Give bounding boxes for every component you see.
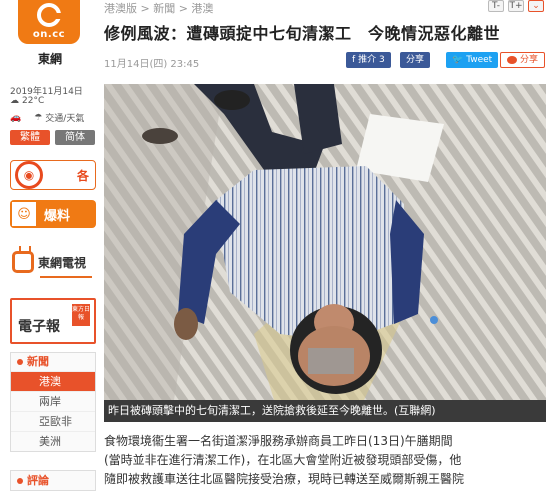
weibo-share-label: 分享 xyxy=(520,55,539,65)
cloud-icon: ☁ xyxy=(10,96,19,106)
oncc-logo[interactable]: on.cc xyxy=(18,0,80,44)
epaper-label: 電子報 xyxy=(18,319,60,335)
logo-ring-icon xyxy=(37,3,62,27)
chevron-down-icon[interactable]: ⌄ xyxy=(528,0,544,12)
bullet-icon xyxy=(17,359,23,365)
logo-text: on.cc xyxy=(32,29,66,40)
left-sidebar: on.cc 東網 2019年11月14日 ☁ 22°C 🚗 ☂ 交通/天氣 繁體… xyxy=(0,0,100,491)
tv-label: 東網電視 xyxy=(38,255,87,270)
person-chat-icon: ☺ xyxy=(10,200,38,228)
nav-item-asia-europe-africa[interactable]: 亞歐非 xyxy=(11,411,95,431)
facebook-share-button[interactable]: 分享 xyxy=(400,52,431,68)
article-headline: 修例風波：遭磚頭掟中七旬清潔工 今晚情況惡化離世 xyxy=(104,24,501,43)
tv-underline xyxy=(40,276,92,278)
news-tip-promo[interactable]: ☺ 爆料 xyxy=(10,200,96,228)
commentary-nav[interactable]: 評論 xyxy=(10,470,96,491)
article-paragraph-line: (當時並非在進行清潔工作)，在北區大會堂附近被發現頭部受傷，他 xyxy=(104,453,462,467)
radio-promo-label: 各 xyxy=(76,168,89,183)
epaper-promo[interactable]: 電子報 東方日報 xyxy=(10,298,96,344)
article-photo[interactable] xyxy=(104,84,546,400)
traditional-chinese-button[interactable]: 繁體 xyxy=(10,130,50,145)
umbrella-icon: ☂ xyxy=(34,112,43,123)
article-paragraph-line: 食物環境衞生署一名街道潔淨服務承辦商員工昨日(13日)午膳期間 xyxy=(104,434,453,448)
newspaper-icon: 東方日報 xyxy=(72,304,90,326)
traffic-weather-link[interactable]: 🚗 ☂ 交通/天氣 xyxy=(10,111,85,125)
bullet-icon xyxy=(17,477,23,484)
nav-item-cross-strait[interactable]: 兩岸 xyxy=(11,391,95,411)
article-timestamp: 11月14日(四) 23:45 xyxy=(104,59,200,70)
facebook-like-label: 推介 3 xyxy=(358,55,385,65)
oncc-tv-promo[interactable]: 東網電視 xyxy=(10,244,96,280)
breadcrumb[interactable]: 港澳版 > 新聞 > 港澳 xyxy=(104,0,213,16)
font-increase-button[interactable]: T+ xyxy=(508,0,524,12)
tv-icon xyxy=(12,246,34,273)
news-nav: 新聞 港澳 兩岸 亞歐非 美洲 xyxy=(10,352,96,452)
weibo-share-button[interactable]: 分享 xyxy=(500,52,546,68)
font-decrease-button[interactable]: T- xyxy=(488,0,504,12)
tweet-label: Tweet xyxy=(466,55,493,65)
nav-item-americas[interactable]: 美洲 xyxy=(11,431,95,451)
twitter-icon: 🐦 xyxy=(452,55,464,65)
temperature: 22°C xyxy=(22,96,45,106)
radio-promo[interactable]: ◉ 各 xyxy=(10,160,96,190)
article-body: 食物環境衞生署一名街道潔淨服務承辦商員工昨日(13日)午膳期間 (當時並非在進行… xyxy=(104,432,548,489)
commentary-nav-title: 評論 xyxy=(27,473,49,487)
photo-illustration xyxy=(104,84,546,400)
car-icon: 🚗 xyxy=(10,112,22,123)
radio-broadcast-icon: ◉ xyxy=(15,161,43,189)
news-nav-header[interactable]: 新聞 xyxy=(11,353,95,371)
toolbar: T- T+ ⌄ xyxy=(488,0,544,12)
weibo-icon xyxy=(507,56,517,64)
tweet-button[interactable]: 🐦 Tweet xyxy=(446,52,499,68)
nav-item-hk-macau[interactable]: 港澳 xyxy=(11,371,95,391)
news-nav-title: 新聞 xyxy=(27,355,49,368)
photo-caption: 昨日被磚頭擊中的七旬清潔工，送院搶救後延至今晚離世。(互聯網) xyxy=(104,400,546,422)
simplified-chinese-button[interactable]: 简体 xyxy=(55,130,95,145)
facebook-like-button[interactable]: f 推介 3 xyxy=(346,52,391,68)
news-tip-label: 爆料 xyxy=(44,208,71,224)
weather-widget[interactable]: ☁ 22°C xyxy=(10,96,44,106)
brand-name: 東網 xyxy=(38,52,63,66)
traffic-label: 交通/天氣 xyxy=(45,114,85,124)
facebook-icon: f xyxy=(352,55,356,65)
article-paragraph-line: 隨即被救護車送往北區醫院接受治療，現時已轉送至威爾斯親王醫院 xyxy=(104,472,465,486)
